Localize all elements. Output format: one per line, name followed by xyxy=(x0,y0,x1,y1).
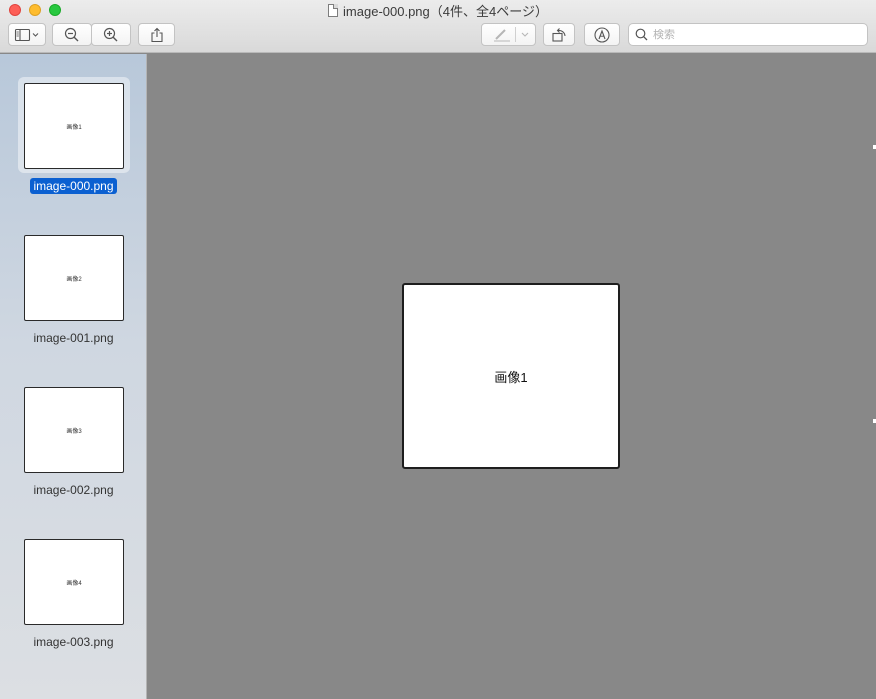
thumbnail-page[interactable]: 画像3 xyxy=(24,387,124,473)
search-field[interactable] xyxy=(628,23,868,46)
zoom-out-icon xyxy=(64,27,79,41)
markup-toolbar-button[interactable] xyxy=(584,23,620,46)
thumbnail-filename: image-000.png xyxy=(0,178,147,194)
thumbnail-page-text: 画像2 xyxy=(66,276,82,283)
markup-pen-button[interactable] xyxy=(481,23,536,46)
search-icon xyxy=(635,28,648,41)
thumbnail-page-text: 画像3 xyxy=(66,428,82,435)
thumbnail-page[interactable]: 画像2 xyxy=(24,235,124,321)
title-toolbar: image-000.png（4件、全4ページ） xyxy=(0,0,876,53)
thumbnail-filename: image-003.png xyxy=(0,635,147,649)
current-page-text: 画像1 xyxy=(494,369,528,385)
thumbnail-sidebar: 画像1 image-000.png 画像2 image-001.png 画像3 … xyxy=(0,54,147,699)
thumbnail-filename-text: image-001.png xyxy=(33,331,114,345)
zoom-in-button[interactable] xyxy=(91,23,131,46)
thumbnail-page[interactable]: 画像4 xyxy=(24,539,124,625)
markup-circle-icon xyxy=(594,26,610,43)
current-page: 画像1 xyxy=(402,283,620,469)
chevron-down-icon xyxy=(521,32,529,37)
rotate-icon xyxy=(552,27,566,42)
thumbnail-page[interactable]: 画像1 xyxy=(24,83,124,169)
thumbnail-filename-text: image-002.png xyxy=(33,483,114,497)
search-input[interactable] xyxy=(653,28,853,41)
window-title: image-000.png（4件、全4ページ） xyxy=(343,3,548,19)
zoom-out-button[interactable] xyxy=(52,23,92,46)
share-button[interactable] xyxy=(138,23,175,46)
document-icon xyxy=(328,3,339,17)
thumbnail-filename: image-002.png xyxy=(0,483,147,497)
pen-icon xyxy=(494,28,510,41)
rotate-button[interactable] xyxy=(543,23,575,46)
share-icon xyxy=(150,27,163,42)
thumbnail-filename-text: image-000.png xyxy=(30,178,117,194)
sidebar-view-button[interactable] xyxy=(8,23,46,46)
preview-window: image-000.png（4件、全4ページ） 検索 画像1 image-000… xyxy=(0,0,876,699)
thumbnail-page-text: 画像1 xyxy=(66,124,82,131)
thumbnail-filename: image-001.png xyxy=(0,331,147,345)
thumbnail-page-text: 画像4 xyxy=(66,580,82,587)
window-title-area: image-000.png（4件、全4ページ） xyxy=(0,2,876,19)
sidebar-toggle-icon xyxy=(14,28,39,41)
document-view[interactable]: 画像1 xyxy=(148,54,876,699)
zoom-in-icon xyxy=(103,27,118,41)
thumbnail-filename-text: image-003.png xyxy=(33,635,114,649)
split-divider xyxy=(515,27,516,42)
